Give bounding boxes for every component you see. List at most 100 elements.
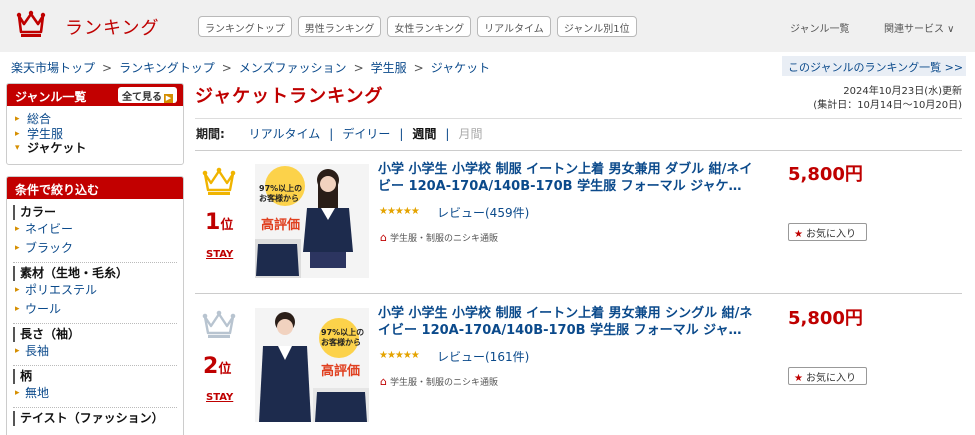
rank-number: 2位 — [203, 354, 231, 379]
star-icon: ★ — [794, 229, 803, 240]
breadcrumb-separator: > — [102, 61, 113, 75]
nav-female-ranking[interactable]: 女性ランキング — [387, 16, 472, 37]
product-price: 5,800円 — [788, 308, 863, 329]
filter-head: カラー — [13, 205, 177, 220]
breadcrumb: 楽天市場トップ > ランキングトップ > メンズファッション > 学生服 > ジャケット — [11, 59, 490, 76]
genre-list-link[interactable]: ジャンル一覧 — [790, 20, 850, 35]
breadcrumb-separator: > — [221, 61, 232, 75]
filter-head: 素材（生地・毛糸） — [13, 266, 177, 281]
shop-link[interactable]: ⌂ 学生服・制服のニシキ通販 — [380, 231, 498, 244]
nav-realtime[interactable]: リアルタイム — [477, 16, 551, 37]
filter-option[interactable]: ブラック — [13, 239, 177, 258]
divider — [195, 293, 962, 294]
period-weekly: 週間 — [412, 127, 437, 141]
top-nav: ランキングトップ 男性ランキング 女性ランキング リアルタイム ジャンル別1位 — [198, 16, 637, 37]
review-link[interactable]: レビュー(161件) — [437, 348, 529, 365]
updated-date: 2024年10月23日(水)更新 — [843, 86, 962, 97]
period-label: 期間: — [196, 127, 225, 141]
filter-group-pattern: 柄 無地 — [13, 366, 177, 408]
divider — [195, 150, 962, 151]
rank-suffix: 位 — [218, 362, 232, 377]
crown-logo-icon[interactable] — [16, 10, 46, 38]
breadcrumb-item[interactable]: メンズファッション — [239, 61, 347, 75]
thumb-highlight: 高評価 — [321, 364, 361, 379]
filter-group-material: 素材（生地・毛糸） ポリエステル ウール — [13, 263, 177, 324]
silver-crown-icon — [202, 310, 236, 338]
filter-panel-header: 条件で絞り込む — [7, 177, 183, 199]
product-title-link[interactable]: 小学 小学生 小学校 制服 イートン上着 男女兼用 ダブル 紺/ネイビー 120… — [378, 161, 758, 195]
divider — [195, 118, 962, 119]
thumb-line: お客様から — [321, 338, 361, 347]
rank-value: 1 — [205, 210, 221, 235]
show-all-label: 全て見る — [122, 92, 162, 103]
favorite-button[interactable]: ★ お気に入り — [788, 223, 867, 241]
thumb-line: 97%以上の — [259, 184, 303, 193]
product-price: 5,800円 — [788, 164, 863, 185]
filter-panel: 条件で絞り込む カラー ネイビー ブラック 素材（生地・毛糸） ポリエステル ウ… — [6, 176, 184, 435]
thumb-line: お客様から — [259, 194, 299, 203]
filter-option[interactable]: 無地 — [13, 384, 177, 403]
period-divider: | — [445, 127, 450, 141]
gold-crown-icon — [202, 167, 236, 195]
star-icon: ★ — [794, 373, 803, 384]
breadcrumb-separator: > — [353, 61, 364, 75]
period-daily[interactable]: デイリー — [342, 127, 390, 141]
shop-link[interactable]: ⌂ 学生服・制服のニシキ通販 — [380, 375, 498, 388]
period-divider: | — [399, 127, 404, 141]
period-divider: | — [329, 127, 334, 141]
filter-option[interactable]: ウール — [13, 300, 177, 319]
genre-item-jacket: ジャケット — [7, 141, 183, 156]
thumb-highlight: 高評価 — [261, 218, 301, 233]
period-monthly: 月間 — [458, 127, 483, 141]
show-all-button[interactable]: 全て見る ▶ — [118, 87, 177, 103]
aggregation-period: (集計日：10月14日～10月20日) — [813, 100, 962, 111]
nav-male-ranking[interactable]: 男性ランキング — [297, 16, 382, 37]
rank-number: 1位 — [205, 210, 233, 235]
breadcrumb-separator: > — [413, 61, 424, 75]
favorite-label: お気に入り — [805, 373, 856, 384]
nav-ranking-top[interactable]: ランキングトップ — [198, 16, 292, 37]
product-title-link[interactable]: 小学 小学生 小学校 制服 イートン上着 男女兼用 シングル 紺/ネイビー 12… — [378, 305, 758, 339]
genre-panel-header: ジャンル一覧 全て見る ▶ — [7, 84, 183, 106]
breadcrumb-item[interactable]: ジャケット — [431, 61, 490, 75]
genre-item-uniform[interactable]: 学生服 — [7, 127, 183, 142]
favorite-button[interactable]: ★ お気に入り — [788, 367, 867, 385]
thumb-line: 97%以上の — [321, 328, 365, 337]
thumb-text: 97%以上の お客様から — [259, 184, 302, 204]
filter-head: テイスト（ファッション） — [13, 411, 177, 426]
rank-suffix: 位 — [220, 218, 234, 233]
filter-head: 柄 — [13, 369, 177, 384]
favorite-label: お気に入り — [805, 229, 856, 240]
product-image[interactable]: 97%以上の お客様から 高評価 — [255, 164, 369, 278]
rating-stars-icon: ★★★★★ — [379, 206, 420, 217]
filter-option[interactable]: ネイビー — [13, 220, 177, 239]
update-info: 2024年10月23日(水)更新 (集計日：10月14日～10月20日) — [813, 85, 962, 113]
nav-genre-first[interactable]: ジャンル別1位 — [556, 16, 637, 37]
breadcrumb-item[interactable]: 学生服 — [371, 61, 407, 75]
shop-house-icon: ⌂ — [380, 375, 387, 388]
filter-group-taste: テイスト（ファッション） — [13, 408, 177, 430]
product-image[interactable]: 97%以上の お客様から 高評価 — [255, 308, 369, 422]
arrow-right-icon: ▶ — [164, 94, 173, 103]
genre-panel-title: ジャンル一覧 — [15, 90, 87, 104]
filter-head: 長さ（袖） — [13, 327, 177, 342]
thumb-text: 97%以上の お客様から — [321, 328, 364, 348]
genre-panel: ジャンル一覧 全て見る▶ 総合 学生服 ジャケット — [6, 83, 184, 165]
genre-list: 総合 学生服 ジャケット — [7, 106, 183, 156]
genre-ranking-list-link[interactable]: このジャンルのランキング一覧 >> — [782, 56, 966, 76]
filter-option[interactable]: 長袖 — [13, 342, 177, 361]
review-link[interactable]: レビュー(459件) — [437, 204, 529, 221]
breadcrumb-item[interactable]: ランキングトップ — [119, 61, 215, 75]
shop-name: 学生服・制服のニシキ通販 — [389, 378, 498, 388]
filter-group-color: カラー ネイビー ブラック — [13, 202, 177, 263]
ranking-logo-text[interactable]: ランキング — [65, 14, 159, 40]
related-services-menu[interactable]: 関連サービス ∨ — [884, 20, 955, 35]
page-title: ジャケットランキング — [195, 86, 384, 107]
filter-option[interactable]: ポリエステル — [13, 281, 177, 300]
genre-item-all[interactable]: 総合 — [7, 112, 183, 127]
rank-status: STAY — [206, 249, 234, 260]
period-realtime[interactable]: リアルタイム — [249, 127, 321, 141]
filter-group-sleeve: 長さ（袖） 長袖 — [13, 324, 177, 366]
shop-name: 学生服・制服のニシキ通販 — [389, 234, 498, 244]
breadcrumb-item[interactable]: 楽天市場トップ — [11, 61, 95, 75]
